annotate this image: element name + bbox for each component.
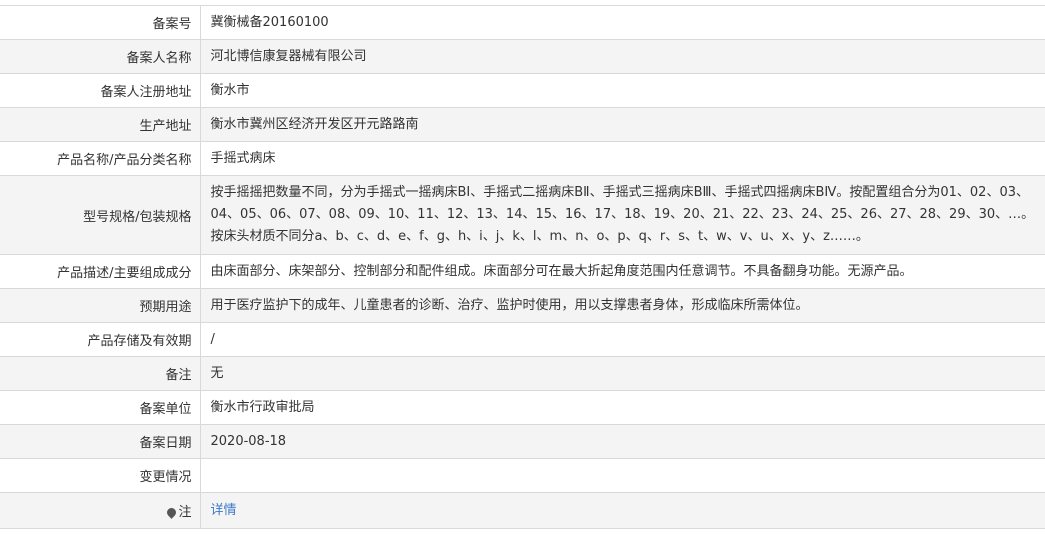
row-product-description: 产品描述/主要组成成分 由床面部分、床架部分、控制部分和配件组成。床面部分可在最… <box>0 254 1045 289</box>
field-label: 变更情况 <box>0 458 201 493</box>
field-label: 备案人注册地址 <box>0 73 201 108</box>
field-label: 产品描述/主要组成成分 <box>0 254 201 289</box>
row-model-spec: 型号规格/包装规格 按手摇摇把数量不同，分为手摇式一摇病床BⅠ、手摇式二摇病床B… <box>0 175 1045 255</box>
field-value: 衡水市行政审批局 <box>200 390 1045 425</box>
row-note: 注 详情 <box>0 492 1045 529</box>
row-product-name: 产品名称/产品分类名称 手摇式病床 <box>0 141 1045 176</box>
field-value: 按手摇摇把数量不同，分为手摇式一摇病床BⅠ、手摇式二摇病床BⅡ、手摇式三摇病床B… <box>200 175 1045 255</box>
row-storage-validity: 产品存储及有效期 / <box>0 322 1045 357</box>
note-value-cell: 详情 <box>200 492 1045 529</box>
field-label: 备案人名称 <box>0 39 201 74</box>
field-label: 产品名称/产品分类名称 <box>0 141 201 176</box>
field-value: 河北博信康复器械有限公司 <box>200 39 1045 74</box>
field-value: 无 <box>200 356 1045 391</box>
detail-link[interactable]: 详情 <box>211 503 237 518</box>
field-label: 备案单位 <box>0 390 201 425</box>
field-label: 备案号 <box>0 5 201 40</box>
field-value: 冀衡械备20160100 <box>200 5 1045 40</box>
row-filing-unit: 备案单位 衡水市行政审批局 <box>0 390 1045 425</box>
field-label: 备注 <box>0 356 201 391</box>
row-intended-use: 预期用途 用于医疗监护下的成年、儿童患者的诊断、治疗、监护时使用，用以支撑患者身… <box>0 288 1045 323</box>
field-value: / <box>200 322 1045 357</box>
field-value: 用于医疗监护下的成年、儿童患者的诊断、治疗、监护时使用，用以支撑患者身体，形成临… <box>200 288 1045 323</box>
field-value: 2020-08-18 <box>200 424 1045 459</box>
field-value <box>200 458 1045 493</box>
row-change-status: 变更情况 <box>0 458 1045 493</box>
row-registered-address: 备案人注册地址 衡水市 <box>0 73 1045 108</box>
row-filing-number: 备案号 冀衡械备20160100 <box>0 5 1045 40</box>
record-table: 备案号 冀衡械备20160100 备案人名称 河北博信康复器械有限公司 备案人注… <box>0 5 1045 529</box>
note-label-cell: 注 <box>0 492 201 529</box>
field-label: 备案日期 <box>0 424 201 459</box>
row-remarks: 备注 无 <box>0 356 1045 391</box>
pin-icon <box>165 506 179 519</box>
field-label: 型号规格/包装规格 <box>0 175 201 255</box>
field-label: 产品存储及有效期 <box>0 322 201 357</box>
field-value: 衡水市冀州区经济开发区开元路路南 <box>200 107 1045 142</box>
field-label: 生产地址 <box>0 107 201 142</box>
note-label: 注 <box>178 505 192 520</box>
field-value: 手摇式病床 <box>200 141 1045 176</box>
row-production-address: 生产地址 衡水市冀州区经济开发区开元路路南 <box>0 107 1045 142</box>
field-value: 衡水市 <box>200 73 1045 108</box>
field-value: 由床面部分、床架部分、控制部分和配件组成。床面部分可在最大折起角度范围内任意调节… <box>200 254 1045 289</box>
row-filer-name: 备案人名称 河北博信康复器械有限公司 <box>0 39 1045 74</box>
field-label: 预期用途 <box>0 288 201 323</box>
row-filing-date: 备案日期 2020-08-18 <box>0 424 1045 459</box>
